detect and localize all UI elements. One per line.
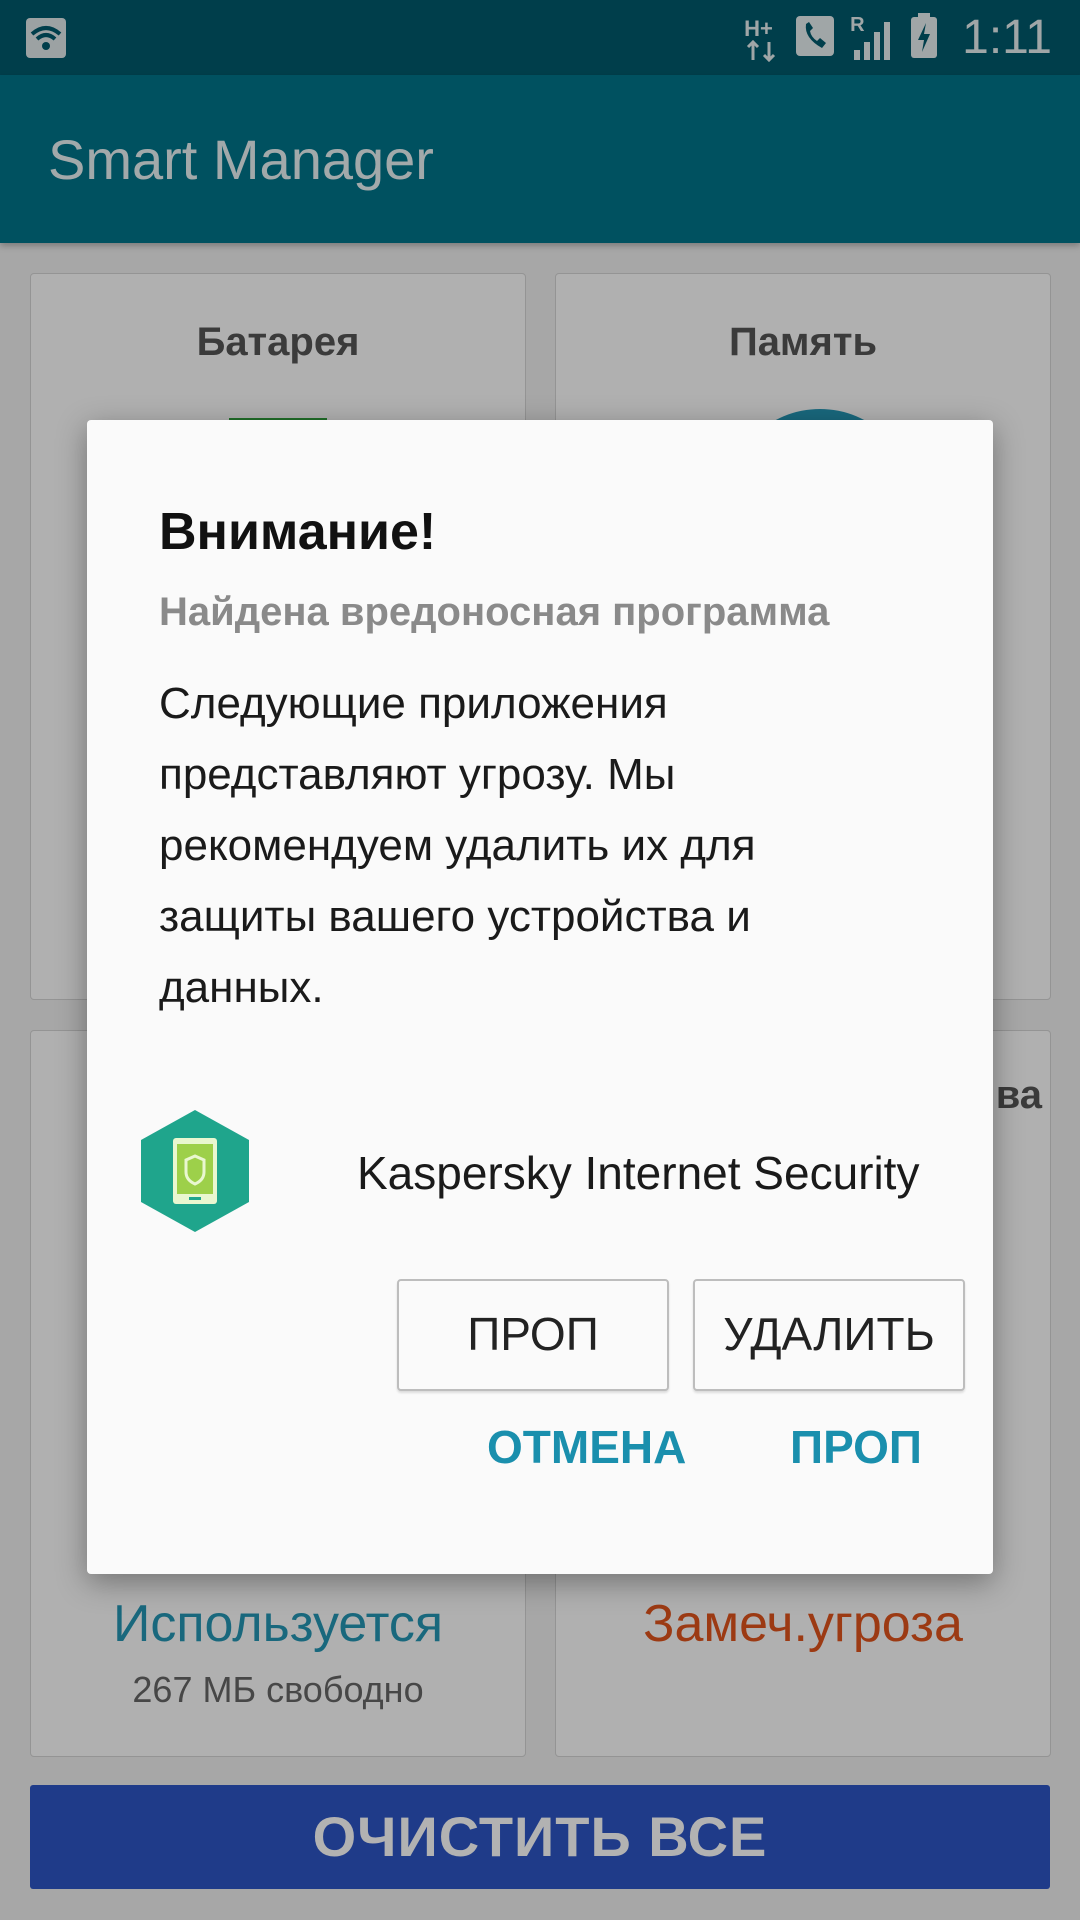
threat-app-name: Kaspersky Internet Security: [357, 1147, 920, 1199]
threat-app-row: Kaspersky Internet Security: [141, 1110, 961, 1240]
malware-alert-dialog: Внимание! Найдена вредоносная программа …: [87, 420, 993, 1574]
skip-all-button[interactable]: ПРОП: [790, 1420, 922, 1474]
cancel-button[interactable]: ОТМЕНА: [487, 1420, 686, 1474]
dialog-message: Следующие приложения представляют угрозу…: [159, 679, 756, 1012]
dialog-title: Внимание!: [159, 503, 437, 561]
kaspersky-shield-icon: [141, 1110, 249, 1232]
skip-app-button[interactable]: ПРОП: [397, 1279, 669, 1391]
delete-app-button[interactable]: УДАЛИТЬ: [693, 1279, 965, 1391]
dialog-subtitle: Найдена вредоносная программа: [159, 590, 830, 634]
